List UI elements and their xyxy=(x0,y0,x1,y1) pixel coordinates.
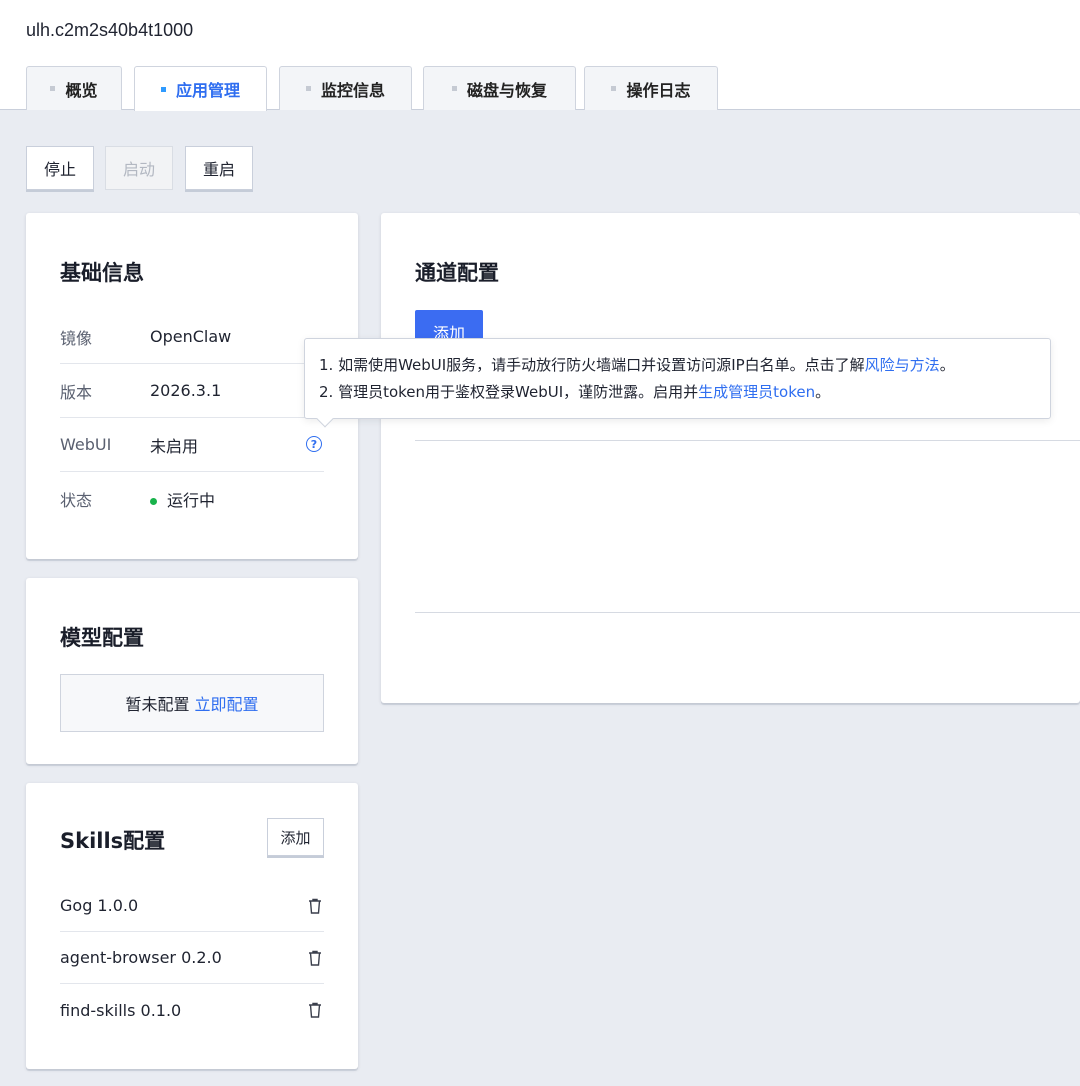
skill-row: find-skills 0.1.0 xyxy=(60,984,324,1036)
help-icon[interactable]: ? xyxy=(306,436,322,452)
status-running-icon xyxy=(150,498,157,505)
tab-monitoring[interactable]: 监控信息 xyxy=(279,66,412,110)
tooltip-line-2: 2. 管理员token用于鉴权登录WebUI，谨防泄露。启用并生成管理员toke… xyxy=(319,379,1050,406)
tab-label: 操作日志 xyxy=(626,80,691,100)
skill-name: agent-browser 0.2.0 xyxy=(60,948,222,967)
skill-name: find-skills 0.1.0 xyxy=(60,1000,182,1020)
tooltip-line-1: 1. 如需使用WebUI服务，请手动放行防火墙端口并设置访问源IP白名单。点击了… xyxy=(319,352,1050,379)
webui-help-tooltip: 1. 如需使用WebUI服务，请手动放行防火墙端口并设置访问源IP白名单。点击了… xyxy=(304,338,1051,428)
info-key: 状态 xyxy=(60,491,93,510)
basic-info-title: 基础信息 xyxy=(60,261,144,285)
page-header: ulh.c2m2s40b4t1000 概览 应用管理 监控信息 磁盘与恢复 操作… xyxy=(0,0,1080,111)
tab-dot-icon xyxy=(451,86,457,91)
model-config-card: 模型配置 暂未配置 立即配置 xyxy=(26,578,358,764)
delete-trash-icon[interactable] xyxy=(306,949,324,967)
info-key: 版本 xyxy=(60,382,93,402)
tooltip-text: 1. 如需使用WebUI服务，请手动放行防火墙端口并设置访问源IP白名单。点击了… xyxy=(319,356,865,374)
info-value: 未启用 xyxy=(150,436,199,456)
tab-dot-icon xyxy=(50,86,56,91)
status-text: 运行中 xyxy=(167,491,216,510)
tooltip-text: 。 xyxy=(939,356,955,374)
restart-button[interactable]: 重启 xyxy=(185,146,253,190)
info-row-image: 镜像 OpenClaw xyxy=(60,310,324,364)
info-row-version: 版本 2026.3.1 xyxy=(60,364,324,418)
tab-disk-recovery[interactable]: 磁盘与恢复 xyxy=(423,66,576,110)
info-key: 镜像 xyxy=(60,328,93,348)
generate-token-link[interactable]: 生成管理员token xyxy=(698,383,815,401)
tooltip-text: 2. 管理员token用于鉴权登录WebUI，谨防泄露。启用并 xyxy=(319,383,699,401)
info-row-status: 状态 运行中 xyxy=(60,472,324,526)
tab-label: 概览 xyxy=(65,80,98,100)
skill-row: agent-browser 0.2.0 xyxy=(60,932,324,984)
stop-button[interactable]: 停止 xyxy=(26,146,94,190)
delete-trash-icon[interactable] xyxy=(306,1001,324,1019)
divider xyxy=(415,612,1080,613)
divider xyxy=(415,440,1080,441)
channel-config-card: 通道配置 添加 xyxy=(381,213,1080,703)
tooltip-text: 。 xyxy=(815,383,831,401)
start-button[interactable]: 启动 xyxy=(105,146,173,190)
risk-method-link[interactable]: 风险与方法 xyxy=(865,356,940,374)
tab-app-management[interactable]: 应用管理 xyxy=(134,66,267,111)
tab-operation-log[interactable]: 操作日志 xyxy=(584,66,718,110)
tab-dot-icon xyxy=(611,86,617,91)
tab-label: 磁盘与恢复 xyxy=(466,80,547,100)
skill-name: Gog 1.0.0 xyxy=(60,896,139,915)
tab-dot-icon xyxy=(160,86,166,92)
info-key: WebUI xyxy=(60,435,112,454)
delete-trash-icon[interactable] xyxy=(306,897,324,915)
model-empty-box: 暂未配置 立即配置 xyxy=(60,674,324,732)
status-value: 运行中 xyxy=(150,487,215,511)
instance-title: ulh.c2m2s40b4t1000 xyxy=(26,20,194,40)
model-config-title: 模型配置 xyxy=(60,626,144,650)
info-value: 2026.3.1 xyxy=(150,381,222,400)
skill-row: Gog 1.0.0 xyxy=(60,880,324,932)
tab-label: 应用管理 xyxy=(175,81,240,100)
add-skill-button[interactable]: 添加 xyxy=(267,818,324,856)
configure-now-link[interactable]: 立即配置 xyxy=(195,691,259,715)
skills-config-card: Skills配置 添加 Gog 1.0.0 agent-browser 0.2.… xyxy=(26,783,358,1069)
info-value: OpenClaw xyxy=(150,327,232,346)
model-empty-text: 暂未配置 xyxy=(125,695,190,714)
tab-overview[interactable]: 概览 xyxy=(26,66,122,110)
skills-config-title: Skills配置 xyxy=(60,829,166,853)
tab-label: 监控信息 xyxy=(320,80,385,100)
tab-dot-icon xyxy=(305,86,311,91)
info-row-webui: WebUI 未启用 ? xyxy=(60,418,324,472)
channel-config-title: 通道配置 xyxy=(415,261,499,285)
